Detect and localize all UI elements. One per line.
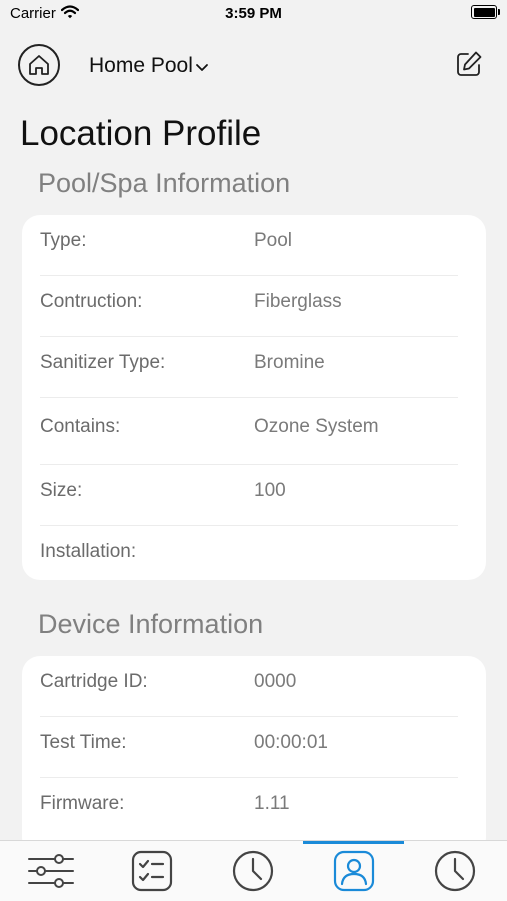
row-value: Bromine <box>254 352 325 373</box>
clock-icon <box>434 850 475 892</box>
tab-bar <box>0 840 507 901</box>
row-label: Sanitizer Type: <box>40 352 166 373</box>
status-bar: Carrier 3:59 PM <box>0 0 507 30</box>
device-info-card: Cartridge ID: 0000 Test Time: 00:00:01 F… <box>22 656 486 856</box>
device-section-title: Device Information <box>38 609 264 639</box>
page-title: Location Profile <box>20 114 262 153</box>
info-row-size: Size: 100 <box>40 465 458 526</box>
checklist-icon <box>131 850 172 892</box>
location-selector[interactable]: Home Pool <box>89 54 209 78</box>
row-label: Installation: <box>40 541 137 562</box>
status-time: 3:59 PM <box>225 5 282 22</box>
row-label: Size: <box>40 480 83 501</box>
location-name: Home Pool <box>89 54 193 77</box>
info-row-cartridge-id: Cartridge ID: 0000 <box>40 656 458 717</box>
row-value: 00:00:01 <box>254 732 328 753</box>
info-row-firmware: Firmware: 1.11 <box>40 778 458 838</box>
home-icon <box>29 55 49 75</box>
row-value: 0000 <box>254 671 297 692</box>
info-row-type: Type: Pool <box>40 215 458 276</box>
row-label: Contruction: <box>40 291 143 312</box>
sliders-icon <box>27 854 74 888</box>
tab-profile[interactable] <box>303 841 404 901</box>
info-row-construction: Contruction: Fiberglass <box>40 276 458 337</box>
row-label: Contains: <box>40 416 121 437</box>
profile-icon <box>333 850 374 892</box>
row-label: Cartridge ID: <box>40 671 148 692</box>
row-value: Pool <box>254 230 293 251</box>
pool-info-card: Type: Pool Contruction: Fiberglass Sanit… <box>22 215 486 580</box>
row-value: 100 <box>254 480 286 501</box>
edit-icon <box>457 51 482 76</box>
info-row-contains: Contains: Ozone System <box>40 398 458 465</box>
row-label: Firmware: <box>40 793 125 814</box>
edit-button[interactable] <box>453 48 485 80</box>
row-label: Type: <box>40 230 87 251</box>
row-value: Fiberglass <box>254 291 342 312</box>
info-row-test-time: Test Time: 00:00:01 <box>40 717 458 778</box>
clock-icon <box>232 850 273 892</box>
row-label: Test Time: <box>40 732 127 753</box>
tab-schedule[interactable] <box>404 841 505 901</box>
tab-settings[interactable] <box>0 841 101 901</box>
pool-section-title: Pool/Spa Information <box>38 168 291 198</box>
row-value: 1.11 <box>254 793 290 814</box>
info-row-installation: Installation: <box>40 526 458 586</box>
info-row-sanitizer: Sanitizer Type: Bromine <box>40 337 458 398</box>
battery-icon <box>471 5 500 19</box>
tab-history[interactable] <box>202 841 303 901</box>
header: Home Pool <box>0 40 507 96</box>
row-value: Ozone System <box>254 416 379 437</box>
tab-checklist[interactable] <box>101 841 202 901</box>
chevron-down-icon <box>195 64 208 71</box>
home-button[interactable] <box>18 44 60 86</box>
